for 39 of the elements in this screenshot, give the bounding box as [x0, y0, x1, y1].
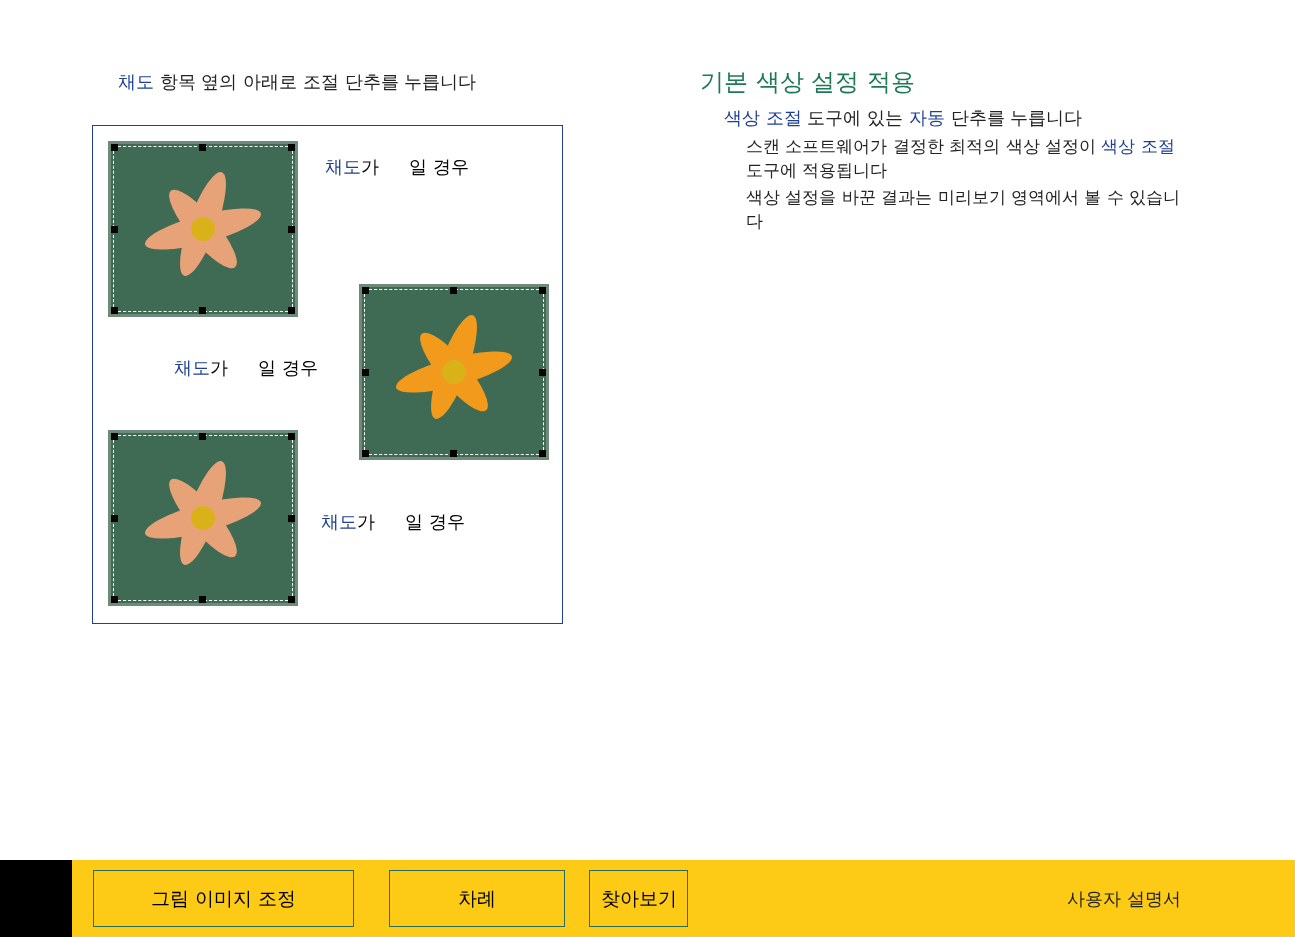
resize-handle[interactable]	[111, 226, 118, 233]
resize-handle[interactable]	[288, 596, 295, 603]
nav-button[interactable]: 찾아보기	[589, 870, 688, 927]
figure-caption: 일 경우	[405, 510, 465, 534]
resize-handle[interactable]	[288, 144, 295, 151]
resize-handle[interactable]	[288, 515, 295, 522]
nav-button[interactable]: 차례	[389, 870, 565, 927]
resize-handle[interactable]	[539, 450, 546, 457]
resize-handle[interactable]	[539, 287, 546, 294]
resize-handle[interactable]	[362, 369, 369, 376]
resize-handle[interactable]	[288, 433, 295, 440]
resize-handle[interactable]	[111, 433, 118, 440]
manual-title: 사용자 설명서	[1067, 887, 1181, 911]
figure-caption: 채도가	[174, 356, 228, 380]
instruction-text: 색상 조절 도구에 있는 자동 단추를 누릅니다	[723, 106, 1084, 130]
step-text: 채도 항목 옆의 아래로 조절 단추를 누릅니다	[117, 70, 478, 94]
figure-caption: 채도가	[325, 155, 379, 179]
resize-handle[interactable]	[362, 287, 369, 294]
figure-caption: 일 경우	[409, 155, 469, 179]
resize-handle[interactable]	[111, 144, 118, 151]
resize-handle[interactable]	[450, 450, 457, 457]
resize-handle[interactable]	[199, 433, 206, 440]
section-heading: 기본 색상 설정 적용	[700, 67, 916, 98]
note-text: 색상 설정을 바꾼 결과는 미리보기 영역에서 볼 수 있습니다	[745, 186, 1182, 233]
resize-handle[interactable]	[288, 226, 295, 233]
resize-handle[interactable]	[199, 144, 206, 151]
resize-handle[interactable]	[450, 287, 457, 294]
resize-handle[interactable]	[362, 450, 369, 457]
resize-handle[interactable]	[111, 307, 118, 314]
nav-button[interactable]: 그림 이미지 조정	[93, 870, 354, 927]
figure-caption: 일 경우	[258, 356, 318, 380]
resize-handle[interactable]	[111, 515, 118, 522]
note-text: 스캔 소프트웨어가 결정한 최적의 색상 설정이 색상 조절 도구에 적용됩니다	[745, 135, 1176, 182]
resize-handle[interactable]	[539, 369, 546, 376]
resize-handle[interactable]	[111, 596, 118, 603]
resize-handle[interactable]	[199, 307, 206, 314]
figure-caption: 채도가	[321, 510, 375, 534]
resize-handle[interactable]	[199, 596, 206, 603]
resize-handle[interactable]	[288, 307, 295, 314]
